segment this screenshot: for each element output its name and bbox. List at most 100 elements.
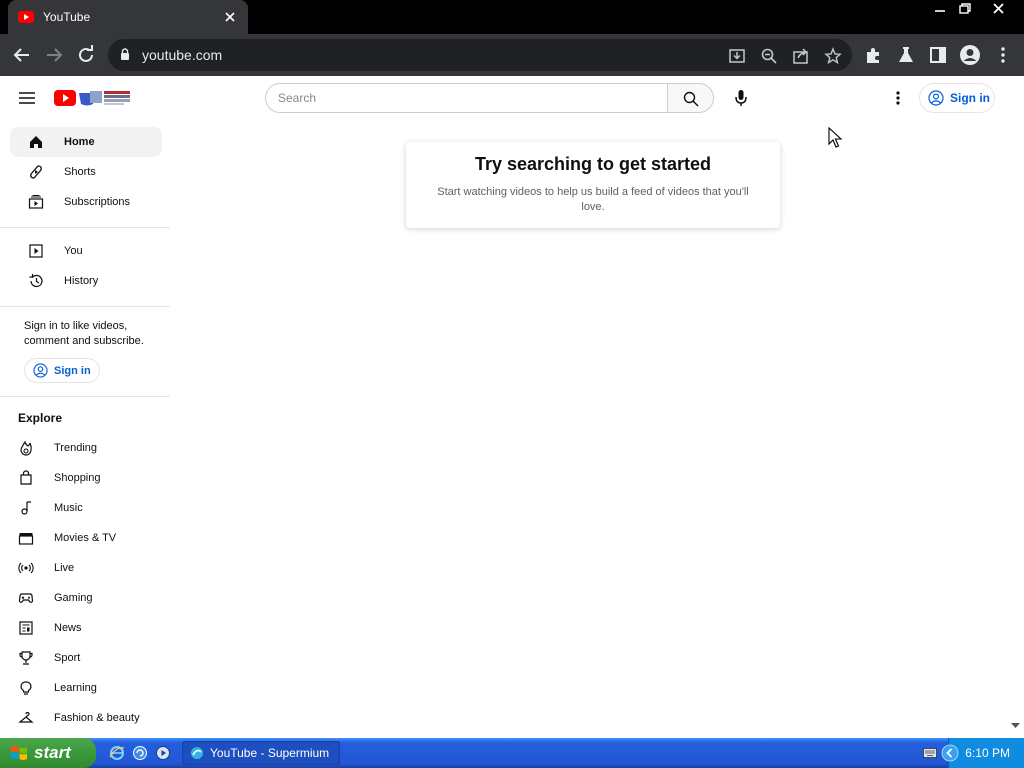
sidebar-item-label: Home: [64, 136, 95, 148]
sidebar-item-label: Trending: [54, 442, 98, 454]
yt-header: Sign in: [0, 76, 1024, 120]
install-app-icon[interactable]: [728, 47, 746, 65]
keyboard-icon[interactable]: [923, 747, 937, 759]
show-hidden-icons-icon[interactable]: [941, 744, 959, 762]
account-circle-icon: [33, 363, 48, 378]
search-button[interactable]: [667, 83, 714, 113]
side-panel-icon[interactable]: [928, 45, 948, 65]
shopping-icon: [20, 470, 32, 485]
shorts-icon: [30, 165, 42, 179]
taskbar-window-youtube[interactable]: YouTube - Supermium: [182, 741, 340, 765]
sidebar-item-label: You: [64, 245, 83, 257]
account-circle-icon: [928, 90, 944, 106]
youtube-logo[interactable]: [54, 88, 132, 108]
sidebar-item-label: Learning: [54, 682, 97, 694]
sidebar-item-label: Shopping: [54, 472, 101, 484]
voice-search-mic-icon[interactable]: [729, 86, 753, 110]
news-icon: [19, 621, 33, 635]
close-window-icon[interactable]: [984, 0, 1014, 18]
taskbar-window-title: YouTube - Supermium: [210, 746, 330, 760]
start-button[interactable]: start: [0, 738, 96, 768]
mouse-cursor-icon: [828, 127, 843, 148]
sidebar-item-label: Shorts: [64, 166, 96, 178]
history-icon: [29, 273, 43, 288]
reload-icon[interactable]: [74, 43, 98, 67]
more-options-icon[interactable]: [889, 88, 907, 108]
windows-taskbar: start YouTube - Supermium 6:10 PM: [0, 738, 1024, 768]
sidebar-item-label: Live: [54, 562, 75, 574]
sport-icon: [19, 651, 33, 665]
empty-feed-title: Try searching to get started: [474, 154, 712, 174]
browser-app-icon: [191, 747, 203, 759]
sidebar-item-shopping[interactable]: Shopping: [0, 463, 152, 493]
sidebar: Home Shorts Subscriptions You History Si…: [0, 120, 170, 733]
sidebar-item-shorts[interactable]: Shorts: [10, 157, 162, 187]
sidebar-item-news[interactable]: News: [0, 613, 152, 643]
home-icon: [30, 136, 42, 148]
extensions-icon[interactable]: [864, 45, 884, 65]
you-icon: [29, 244, 43, 258]
url-text: youtube.com: [142, 47, 223, 63]
sidebar-item-learning[interactable]: Learning: [0, 673, 152, 703]
sidebar-item-fashion-beauty[interactable]: Fashion & beauty: [0, 703, 152, 733]
sidebar-item-label: Sport: [54, 652, 81, 664]
back-icon[interactable]: [10, 43, 34, 67]
address-bar[interactable]: youtube.com: [108, 39, 852, 71]
windows-flag-icon: [11, 746, 27, 760]
subscriptions-icon: [28, 194, 44, 209]
learning-icon: [20, 681, 32, 695]
sidebar-item-label: Gaming: [54, 592, 93, 604]
sign-in-label: Sign in: [950, 91, 990, 105]
gaming-icon: [18, 593, 34, 603]
sidebar-item-label: Movies & TV: [54, 532, 117, 544]
browser-toolbar: youtube.com: [0, 34, 1024, 76]
sidebar-item-label: Fashion & beauty: [54, 712, 140, 724]
scroll-down-arrow-icon[interactable]: [1011, 723, 1020, 729]
sidebar-item-music[interactable]: Music: [0, 493, 152, 523]
sidebar-item-live[interactable]: Live: [0, 553, 152, 583]
explore-heading: Explore: [18, 411, 63, 425]
sidebar-item-home[interactable]: Home: [10, 127, 162, 157]
sidebar-item-sport[interactable]: Sport: [0, 643, 152, 673]
bookmark-star-icon[interactable]: [824, 47, 842, 65]
youtube-favicon-icon: [18, 11, 34, 23]
empty-feed-description: Start watching videos to help us build a…: [437, 186, 749, 213]
media-player-icon[interactable]: [155, 745, 171, 761]
sign-in-button[interactable]: Sign in: [919, 83, 995, 113]
live-icon: [18, 562, 34, 574]
fashion-icon: [18, 711, 34, 723]
sidebar-item-history[interactable]: History: [10, 266, 162, 296]
search-box: [265, 83, 668, 113]
clock[interactable]: 6:10 PM: [965, 746, 1010, 760]
sidebar-item-label: News: [54, 622, 82, 634]
sign-in-label: Sign in: [54, 364, 91, 377]
internet-explorer-icon[interactable]: [109, 745, 125, 761]
tab-close-icon[interactable]: [222, 9, 238, 25]
sidebar-item-label: History: [64, 275, 99, 287]
music-icon: [21, 501, 31, 515]
labs-flask-icon[interactable]: [896, 45, 916, 65]
email-client-icon[interactable]: [132, 745, 148, 761]
browser-tab[interactable]: YouTube: [8, 0, 248, 34]
sidebar-item-trending[interactable]: Trending: [0, 433, 152, 463]
tab-title: YouTube: [43, 10, 91, 24]
search-icon: [683, 91, 698, 107]
browser-menu-icon[interactable]: [993, 45, 1013, 65]
restore-window-icon[interactable]: [950, 0, 980, 18]
sidebar-item-gaming[interactable]: Gaming: [0, 583, 152, 613]
zoom-icon[interactable]: [760, 47, 778, 65]
sidebar-item-label: Subscriptions: [64, 196, 131, 208]
share-icon[interactable]: [792, 47, 810, 65]
hamburger-menu-icon[interactable]: [17, 88, 37, 108]
sidebar-item-movies-tv[interactable]: Movies & TV: [0, 523, 152, 553]
profile-avatar-icon[interactable]: [959, 44, 981, 66]
sidebar-item-you[interactable]: You: [10, 236, 162, 266]
youtube-page: Sign in Home Shorts Subscriptions You Hi…: [0, 76, 1024, 738]
trending-icon: [20, 440, 32, 456]
sign-in-prompt-text: Sign in to like videos, comment and subs…: [24, 320, 144, 347]
search-input[interactable]: [278, 84, 658, 112]
sidebar-sign-in-button[interactable]: Sign in: [24, 358, 100, 383]
lock-icon[interactable]: [120, 48, 130, 61]
forward-icon[interactable]: [42, 43, 66, 67]
sidebar-item-subscriptions[interactable]: Subscriptions: [10, 187, 162, 217]
